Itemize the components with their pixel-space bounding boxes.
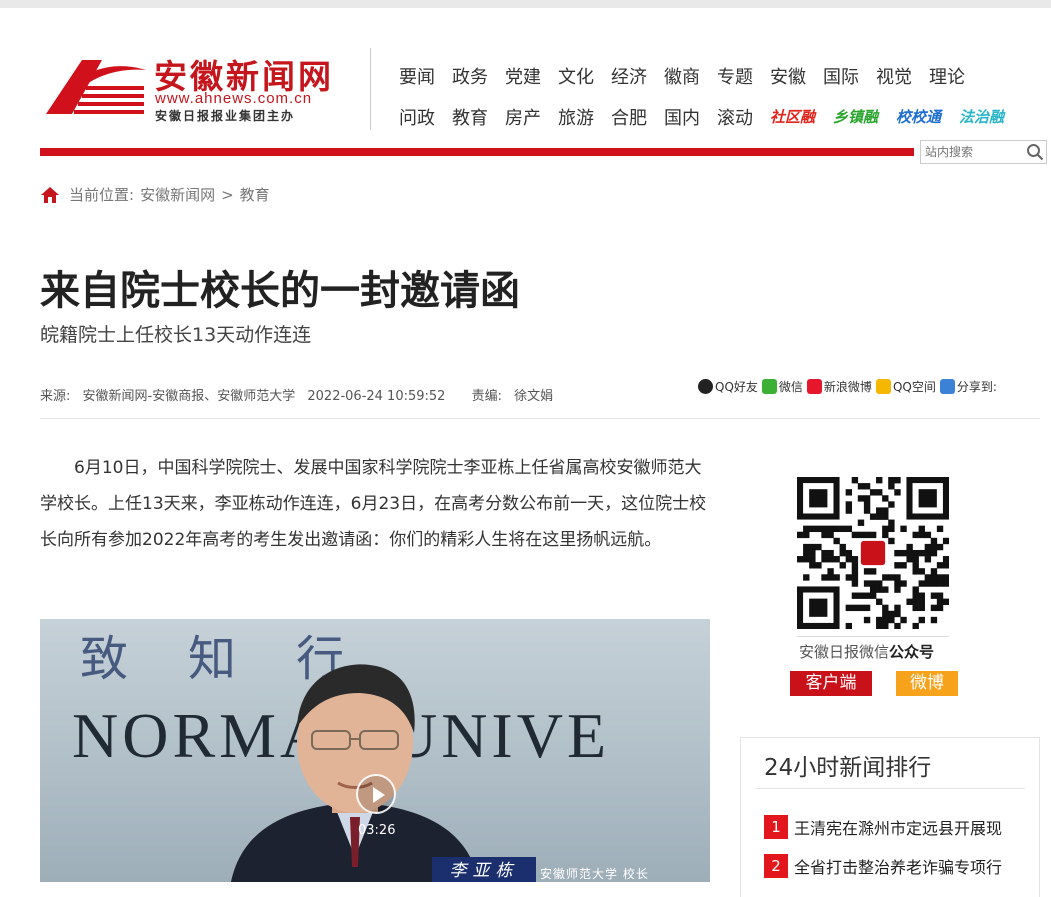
qr-center-logo-icon bbox=[860, 540, 886, 566]
nav-item[interactable]: 视觉 bbox=[876, 63, 912, 89]
qzone-icon bbox=[875, 379, 891, 394]
article-video[interactable]: 致知行 NORMAL UNIVE 03:26 李亚栋 安徽师范大学 校长 bbox=[40, 619, 710, 882]
share-wechat[interactable]: 微信 bbox=[761, 378, 803, 395]
meta-divider bbox=[40, 418, 1040, 419]
nav-item[interactable]: 国内 bbox=[664, 104, 700, 130]
nav-row-1: 要闻 政务 党建 文化 经济 徽商 专题 安徽 国际 视觉 理论 bbox=[399, 55, 1039, 96]
nav-item[interactable]: 经济 bbox=[611, 63, 647, 89]
search-icon[interactable] bbox=[1026, 143, 1044, 161]
breadcrumb: 当前位置: 安徽新闻网 > 教育 bbox=[40, 184, 276, 205]
nav-item[interactable]: 党建 bbox=[505, 63, 541, 89]
share-qq-friend[interactable]: QQ好友 bbox=[698, 378, 758, 395]
nav-row-2: 问政 教育 房产 旅游 合肥 国内 滚动 社区融 乡镇融 校校通 法治融 bbox=[399, 96, 1039, 137]
breadcrumb-site[interactable]: 安徽新闻网 bbox=[140, 184, 215, 205]
share-label: 微信 bbox=[778, 380, 803, 394]
top-bar bbox=[0, 0, 1051, 8]
publish-datetime: 2022-06-24 10:59:52 bbox=[307, 389, 446, 404]
article-title: 来自院士校长的一封邀请函 bbox=[40, 268, 520, 314]
client-app-button[interactable]: 客户端 bbox=[790, 671, 872, 696]
article-body: 6月10日，中国科学院院士、发展中国家科学院院士李亚栋上任省属高校安徽师范大学校… bbox=[40, 458, 707, 550]
share-weibo[interactable]: 新浪微博 bbox=[806, 378, 872, 395]
nav-item[interactable]: 专题 bbox=[717, 63, 753, 89]
news-ranking-panel: 24小时新闻排行 1 王清宪在滁州市定远县开展现 2 全省打击整治养老诈骗专项行 bbox=[740, 737, 1040, 897]
share-label: 新浪微博 bbox=[823, 380, 872, 394]
qr-caption: 安徽日报微信公众号 bbox=[799, 641, 934, 662]
nav-item[interactable]: 要闻 bbox=[399, 63, 435, 89]
qr-caption-bold: 公众号 bbox=[889, 643, 935, 661]
breadcrumb-separator: > bbox=[221, 185, 234, 204]
nav-special-xiangzhenrong[interactable]: 乡镇融 bbox=[833, 106, 878, 127]
nav-item[interactable]: 政务 bbox=[452, 63, 488, 89]
ranking-divider bbox=[755, 788, 1025, 789]
wechat-qr-code bbox=[797, 477, 949, 629]
nav-special-shequrong[interactable]: 社区融 bbox=[770, 106, 815, 127]
nav-item[interactable]: 旅游 bbox=[558, 104, 594, 130]
editor-value: 徐文娟 bbox=[514, 389, 554, 404]
nav-special-xiaoxiaotong[interactable]: 校校通 bbox=[896, 106, 941, 127]
nav-item[interactable]: 文化 bbox=[558, 63, 594, 89]
share-more[interactable]: 分享到: bbox=[939, 378, 997, 395]
site-search bbox=[920, 140, 1047, 164]
speaker-figure bbox=[231, 664, 479, 882]
weibo-icon bbox=[806, 379, 822, 394]
source-value: 安徽新闻网-安徽商报、安徽师范大学 bbox=[82, 389, 296, 404]
nav-special-fazhirong[interactable]: 法治融 bbox=[959, 106, 1004, 127]
play-icon[interactable] bbox=[356, 774, 396, 814]
nav-item[interactable]: 理论 bbox=[929, 63, 965, 89]
rank-number: 1 bbox=[764, 815, 788, 839]
share-bar: QQ好友 微信 新浪微博 QQ空间 分享到: bbox=[698, 378, 1001, 395]
nav-item[interactable]: 国际 bbox=[823, 63, 859, 89]
share-label: QQ空间 bbox=[892, 380, 936, 394]
header-divider bbox=[370, 48, 371, 130]
share-label: 分享到: bbox=[956, 380, 997, 394]
source-label: 来源: bbox=[40, 389, 71, 404]
plus-icon bbox=[939, 379, 955, 394]
share-label: QQ好友 bbox=[715, 380, 758, 394]
logo-subtitle: 安徽日报报业集团主办 bbox=[155, 109, 296, 123]
nav-item[interactable]: 问政 bbox=[399, 104, 435, 130]
video-caption-name: 李亚栋 bbox=[432, 857, 536, 882]
breadcrumb-prefix: 当前位置: bbox=[69, 186, 135, 204]
qr-caption-text: 安徽日报微信 bbox=[799, 643, 890, 661]
ranking-item[interactable]: 1 王清宪在滁州市定远县开展现 bbox=[764, 815, 1002, 839]
nav-item[interactable]: 合肥 bbox=[611, 104, 647, 130]
article-subtitle: 皖籍院士上任校长13天动作连连 bbox=[40, 324, 312, 346]
header-red-rule bbox=[40, 148, 914, 156]
video-duration: 03:26 bbox=[358, 823, 396, 838]
share-qzone[interactable]: QQ空间 bbox=[875, 378, 936, 395]
home-icon[interactable] bbox=[40, 186, 60, 204]
search-input[interactable] bbox=[921, 142, 1021, 162]
video-caption-role: 安徽师范大学 校长 bbox=[540, 867, 649, 881]
ranking-title: 24小时新闻排行 bbox=[764, 755, 932, 781]
logo-url: www.ahnews.com.cn bbox=[155, 90, 313, 107]
ranking-item[interactable]: 2 全省打击整治养老诈骗专项行 bbox=[764, 854, 1002, 878]
main-nav: 要闻 政务 党建 文化 经济 徽商 专题 安徽 国际 视觉 理论 问政 教育 房… bbox=[399, 55, 1039, 137]
rank-number: 2 bbox=[764, 854, 788, 878]
editor-label: 责编: bbox=[471, 389, 502, 404]
article-meta: 来源: 安徽新闻网-安徽商报、安徽师范大学 2022-06-24 10:59:5… bbox=[40, 385, 561, 404]
site-logo[interactable]: 安徽新闻网 www.ahnews.com.cn 安徽日报报业集团主办 bbox=[42, 50, 342, 130]
wechat-icon bbox=[761, 379, 777, 394]
logo-swoosh-icon bbox=[46, 60, 146, 114]
qr-divider bbox=[797, 636, 949, 637]
nav-item[interactable]: 房产 bbox=[505, 104, 541, 130]
weibo-button[interactable]: 微博 bbox=[896, 671, 958, 696]
nav-item[interactable]: 教育 bbox=[452, 104, 488, 130]
nav-item[interactable]: 徽商 bbox=[664, 63, 700, 89]
qq-icon bbox=[698, 379, 713, 394]
rank-text: 全省打击整治养老诈骗专项行 bbox=[794, 858, 1003, 877]
nav-item[interactable]: 滚动 bbox=[717, 104, 753, 130]
rank-text: 王清宪在滁州市定远县开展现 bbox=[794, 819, 1003, 838]
nav-item[interactable]: 安徽 bbox=[770, 63, 806, 89]
breadcrumb-section[interactable]: 教育 bbox=[240, 184, 270, 205]
